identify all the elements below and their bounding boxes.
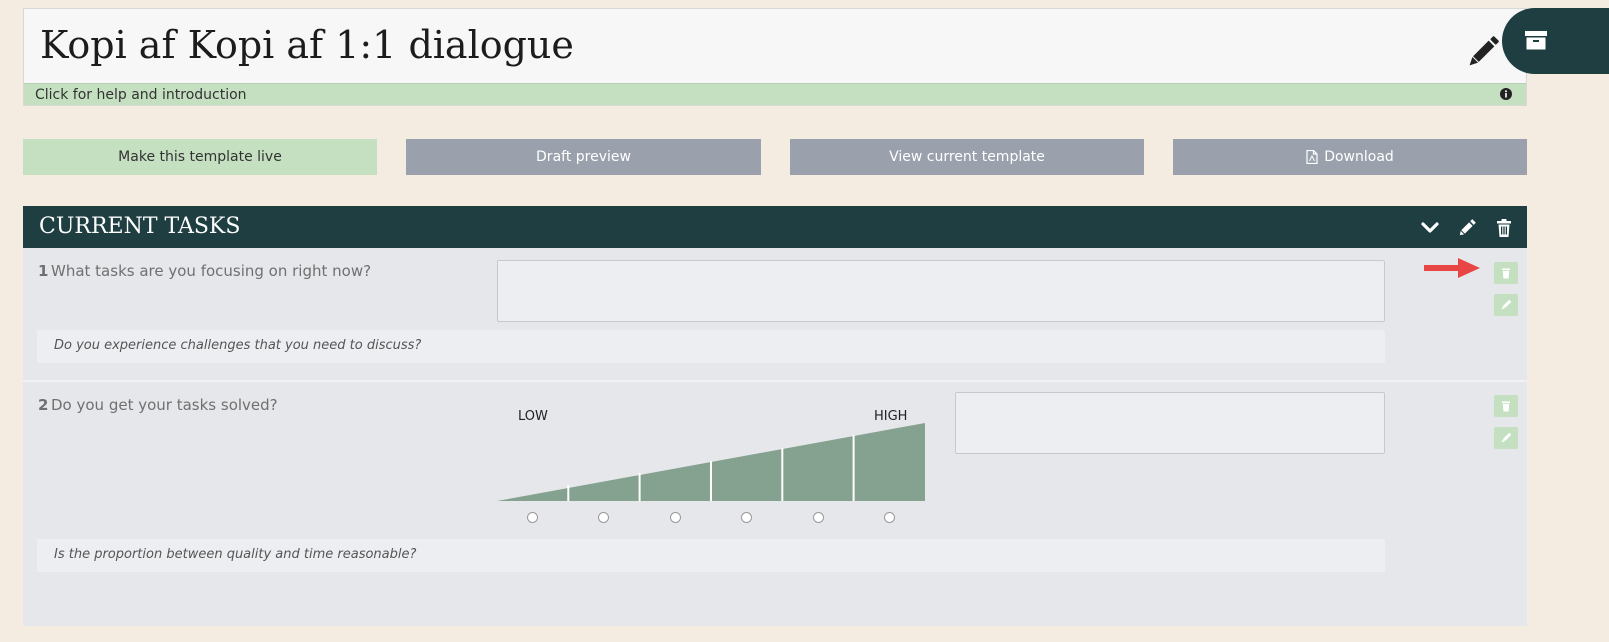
- scale-radio-4[interactable]: [741, 512, 752, 523]
- pencil-icon: [1501, 299, 1512, 310]
- pdf-icon: [1306, 150, 1318, 164]
- scale-high-label: HIGH: [874, 409, 908, 424]
- answer-field[interactable]: [497, 260, 1385, 322]
- title-card: Kopi af Kopi af 1:1 dialogue Click for h…: [23, 8, 1527, 106]
- scale-radio-2[interactable]: [598, 512, 609, 523]
- pencil-icon[interactable]: [1466, 33, 1500, 71]
- make-live-button[interactable]: Make this template live: [23, 139, 377, 175]
- edit-question-button[interactable]: [1494, 294, 1518, 316]
- rating-scale: [497, 423, 925, 501]
- info-icon[interactable]: [1500, 88, 1512, 100]
- question-1: 1 What tasks are you focusing on right n…: [23, 248, 1527, 382]
- draft-preview-button[interactable]: Draft preview: [406, 139, 761, 175]
- scale-radio-6[interactable]: [884, 512, 895, 523]
- delete-question-button[interactable]: [1494, 262, 1518, 284]
- archive-button[interactable]: [1502, 8, 1609, 74]
- delete-question-button[interactable]: [1494, 395, 1518, 417]
- archive-icon: [1525, 31, 1547, 50]
- scale-low-label: LOW: [518, 409, 548, 424]
- answer-field[interactable]: [955, 392, 1385, 454]
- scale-radio-1[interactable]: [527, 512, 538, 523]
- make-live-label: Make this template live: [118, 149, 282, 165]
- question-text: Do you get your tasks solved?: [51, 396, 278, 414]
- current-tasks-section: CURRENT TASKS 1 What tasks are you focus…: [23, 206, 1527, 626]
- question-hint: Do you experience challenges that you ne…: [37, 330, 1385, 363]
- pencil-icon[interactable]: [1457, 218, 1477, 238]
- question-text: What tasks are you focusing on right now…: [51, 262, 372, 280]
- question-hint: Is the proportion between quality and ti…: [37, 539, 1385, 572]
- pencil-icon: [1501, 432, 1512, 443]
- chevron-down-icon[interactable]: [1420, 218, 1440, 238]
- page-title: Kopi af Kopi af 1:1 dialogue: [40, 23, 574, 67]
- trash-icon[interactable]: [1494, 218, 1514, 238]
- arrow-icon: [1424, 258, 1480, 278]
- draft-preview-label: Draft preview: [536, 149, 631, 165]
- help-text: Click for help and introduction: [35, 87, 247, 103]
- scale-radio-3[interactable]: [670, 512, 681, 523]
- edit-question-button[interactable]: [1494, 427, 1518, 449]
- section-title: CURRENT TASKS: [39, 214, 241, 239]
- view-current-template-label: View current template: [889, 149, 1045, 165]
- trash-icon: [1502, 268, 1510, 279]
- download-label: Download: [1324, 149, 1394, 165]
- trash-icon: [1502, 401, 1510, 412]
- question-number: 1: [38, 262, 49, 280]
- question-number: 2: [38, 396, 49, 414]
- view-current-template-button[interactable]: View current template: [790, 139, 1144, 175]
- scale-radio-5[interactable]: [813, 512, 824, 523]
- help-bar[interactable]: Click for help and introduction: [24, 83, 1526, 105]
- section-header: CURRENT TASKS: [23, 206, 1527, 248]
- download-button[interactable]: Download: [1173, 139, 1527, 175]
- question-2: 2 Do you get your tasks solved? LOW HIGH…: [23, 382, 1527, 642]
